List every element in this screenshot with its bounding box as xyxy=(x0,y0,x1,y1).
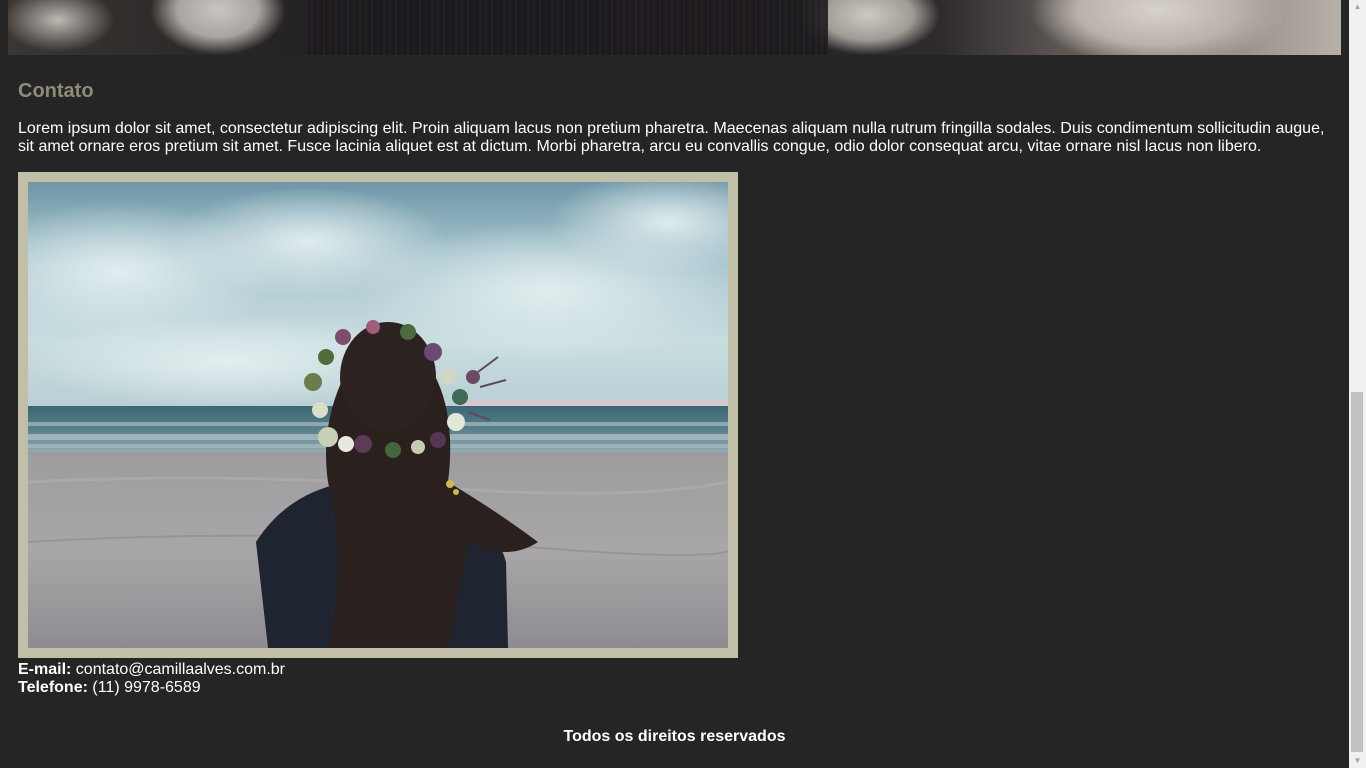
phone-label: Telefone: xyxy=(18,679,88,696)
section-title: Contato xyxy=(18,80,94,102)
footer: Todos os direitos reservados xyxy=(563,728,786,745)
intro-paragraph: Lorem ipsum dolor sit amet, consectetur … xyxy=(18,120,1325,155)
email-line: E-mail: contato@camillaalves.com.br xyxy=(18,661,285,679)
hero-image xyxy=(8,0,1341,55)
scrollbar-thumb[interactable] xyxy=(1351,392,1363,752)
email-value: contato@camillaalves.com.br xyxy=(75,661,286,678)
beach-photo-illustration xyxy=(28,182,728,648)
contact-photo xyxy=(18,172,738,658)
contact-info: E-mail: contato@camillaalves.com.br Tele… xyxy=(18,661,285,697)
page: Contato Lorem ipsum dolor sit amet, cons… xyxy=(0,0,1349,768)
scroll-up-arrow-icon[interactable]: ▲ xyxy=(1349,0,1366,14)
hero-image-hair xyxy=(308,0,828,55)
vertical-scrollbar[interactable]: ▲ ▼ xyxy=(1349,0,1366,768)
phone-line: Telefone: (11) 9978-6589 xyxy=(18,679,285,697)
scroll-down-arrow-icon[interactable]: ▼ xyxy=(1349,754,1366,768)
phone-value: (11) 9978-6589 xyxy=(92,679,201,696)
email-label: E-mail: xyxy=(18,661,72,678)
